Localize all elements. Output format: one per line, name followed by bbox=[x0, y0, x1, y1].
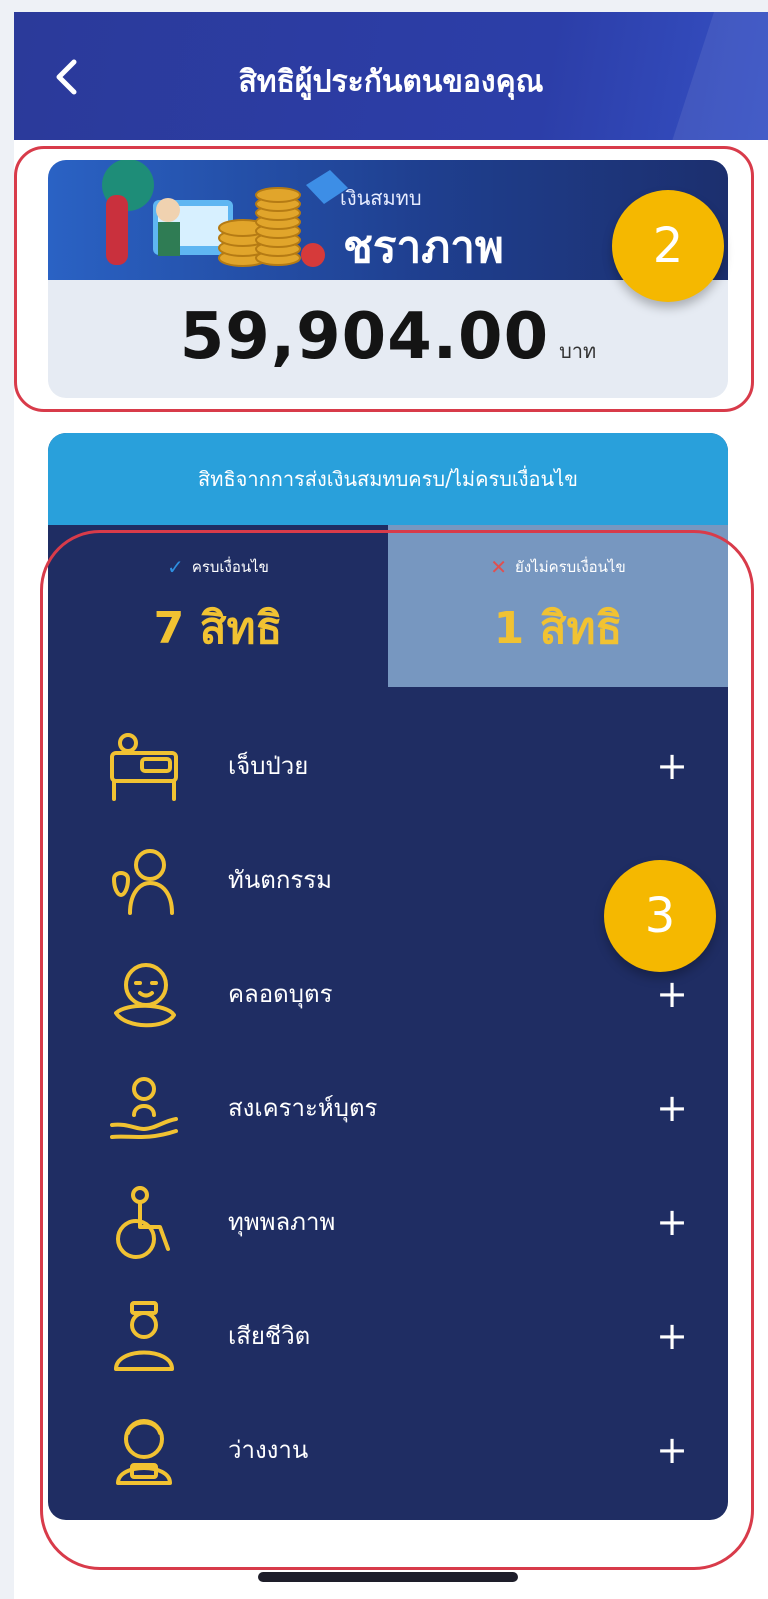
annotation-outline-rights bbox=[40, 530, 754, 1570]
annotation-badge-3: 3 bbox=[604, 860, 716, 972]
app-header: สิทธิผู้ประกันตนของคุณ bbox=[14, 12, 768, 140]
rights-banner: สิทธิจากการส่งเงินสมทบครบ/ไม่ครบเงื่อนไข bbox=[48, 433, 728, 525]
page-title: สิทธิผู้ประกันตนของคุณ bbox=[238, 64, 544, 100]
annotation-badge-2: 2 bbox=[612, 190, 724, 302]
home-indicator[interactable] bbox=[258, 1572, 518, 1582]
